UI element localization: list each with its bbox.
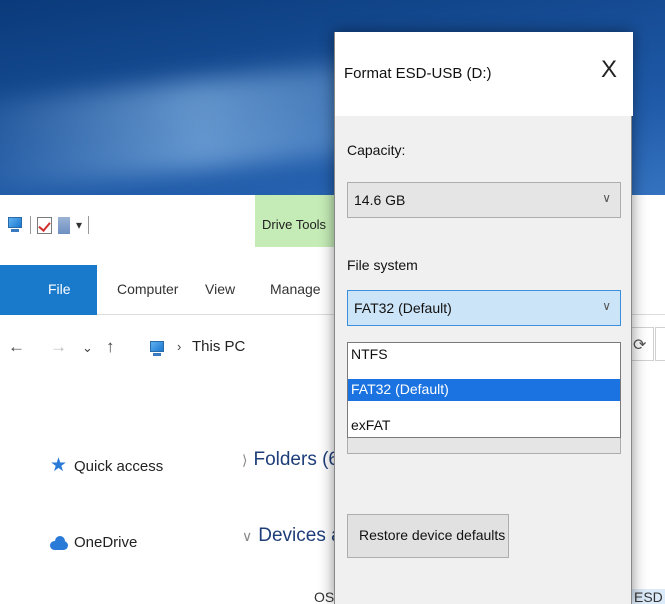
close-button[interactable]: X	[601, 56, 617, 84]
capacity-value: 14.6 GB	[354, 192, 406, 208]
group-title: Folders (6	[253, 449, 339, 470]
capacity-select[interactable]: 14.6 GB ∨	[347, 182, 621, 218]
nav-item-label: OneDrive	[74, 534, 138, 551]
restore-defaults-button[interactable]: Restore device defaults	[347, 514, 509, 558]
file-system-label: File system	[347, 257, 418, 273]
dropdown-option-exfat[interactable]: exFAT	[348, 415, 620, 437]
forward-button[interactable]: →	[50, 337, 67, 357]
file-system-select[interactable]: FAT32 (Default) ∨	[347, 290, 621, 326]
drive-tools-context-tab[interactable]: Drive Tools	[255, 195, 335, 247]
new-folder-icon[interactable]	[58, 216, 70, 234]
navigation-pane: ★ Quick access OneDrive	[0, 377, 222, 604]
chevron-down-icon: ∨	[602, 299, 611, 313]
properties-icon[interactable]	[37, 216, 52, 234]
tab-view[interactable]: View	[205, 281, 235, 297]
dialog-title: Format ESD-USB (D:)	[344, 65, 492, 82]
chevron-down-icon: ∨	[242, 527, 253, 544]
address-path[interactable]: This PC	[192, 338, 245, 355]
nav-item-label: Quick access	[74, 457, 164, 475]
chevron-right-icon: ⟩	[242, 451, 248, 468]
devices-group-header[interactable]: ∨ Devices ar	[242, 525, 348, 547]
search-box[interactable]	[655, 327, 665, 361]
tab-manage[interactable]: Manage	[270, 281, 321, 297]
toolbar-separator	[88, 216, 90, 234]
customize-toolbar-icon[interactable]: ▾	[76, 218, 82, 232]
cloud-icon	[50, 535, 68, 550]
drive-label-os[interactable]: OS	[314, 589, 334, 604]
file-system-value: FAT32 (Default)	[354, 300, 452, 316]
toolbar-separator	[30, 216, 31, 234]
recent-locations-button[interactable]: ⌄	[82, 340, 93, 356]
file-system-dropdown-list: NTFS FAT32 (Default) exFAT	[347, 342, 621, 438]
this-pc-icon	[148, 341, 166, 357]
star-icon: ★	[50, 455, 68, 476]
dialog-title-bar: Format ESD-USB (D:) X	[335, 32, 633, 116]
capacity-label: Capacity:	[347, 142, 406, 158]
tab-file[interactable]: File	[0, 265, 97, 315]
quick-access-toolbar: ▾	[6, 213, 90, 237]
nav-item-onedrive[interactable]: OneDrive	[50, 534, 137, 551]
format-dialog: Format ESD-USB (D:) X Capacity: 14.6 GB …	[334, 32, 633, 604]
chevron-down-icon: ∨	[602, 191, 611, 205]
tab-computer[interactable]: Computer	[117, 281, 178, 297]
folders-group-header[interactable]: ⟩ Folders (6	[242, 449, 339, 471]
drive-label-esd[interactable]: ESD	[630, 589, 665, 604]
back-button[interactable]: ←	[8, 337, 25, 357]
up-button[interactable]: ↑	[106, 337, 115, 357]
dropdown-option-ntfs[interactable]: NTFS	[348, 344, 620, 366]
this-pc-icon[interactable]	[6, 217, 24, 233]
dropdown-option-fat32[interactable]: FAT32 (Default)	[348, 379, 620, 401]
nav-item-quick-access[interactable]: ★ Quick access	[50, 455, 164, 476]
breadcrumb-chevron-icon[interactable]: ›	[177, 339, 181, 354]
